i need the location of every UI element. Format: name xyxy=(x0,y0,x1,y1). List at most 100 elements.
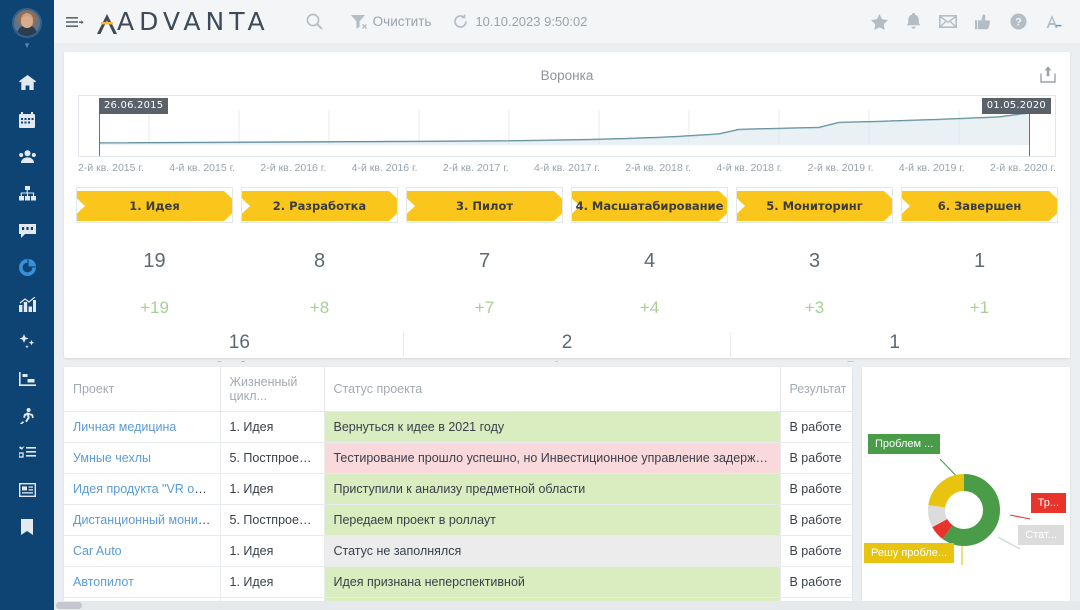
project-link[interactable]: Личная медицина xyxy=(73,420,176,434)
stage-delta: +8 xyxy=(310,298,329,318)
project-link[interactable]: Автопилот xyxy=(73,575,134,589)
stage-label: 1. Идея xyxy=(77,188,232,223)
sidebar-item-calendar[interactable] xyxy=(0,101,54,138)
sidebar-item-bookmarks[interactable] xyxy=(0,508,54,545)
header-actions: ? xyxy=(871,13,1080,30)
sidebar-item-messages[interactable] xyxy=(0,212,54,249)
sidebar-item-analytics[interactable] xyxy=(0,286,54,323)
stage-chevron-3[interactable]: 3. Пилот xyxy=(406,187,563,223)
app-root: ▾ xyxy=(0,0,1080,610)
calendar-icon xyxy=(19,112,35,128)
table-row[interactable]: Личная медицина 1. Идея Вернуться к идее… xyxy=(64,412,852,443)
column-header-result[interactable]: Результат xyxy=(780,367,852,412)
summary-tile-rejected[interactable]: 2 Отказ xyxy=(403,332,731,362)
project-link[interactable]: Идея продукта "VR обуче... xyxy=(73,482,220,496)
sidebar-item-org-structure[interactable] xyxy=(0,175,54,212)
column-header-project[interactable]: Проект xyxy=(64,367,220,412)
timeline-handle-end[interactable] xyxy=(1029,112,1030,156)
axis-tick: 4-й кв. 2015 г. xyxy=(169,162,235,174)
feedback-button[interactable] xyxy=(975,14,992,30)
avatar[interactable] xyxy=(12,8,42,38)
chevron-down-icon[interactable]: ▾ xyxy=(25,41,30,50)
sidebar-item-tasks[interactable] xyxy=(0,434,54,471)
clear-filters-label: Очистить xyxy=(373,14,432,29)
cell-project[interactable]: Car Auto xyxy=(64,536,220,567)
donut-label-gray[interactable]: Стат... xyxy=(1018,525,1064,545)
stage-label: 4. Масшатабирование xyxy=(572,188,727,223)
stage-delta: +1 xyxy=(970,298,989,318)
summary-label: Полное внедрение xyxy=(731,360,1058,362)
cell-status: Статус не заполнялся xyxy=(324,536,780,567)
cell-result: В работе xyxy=(780,443,852,474)
funnel-stage: 3. Пилот 7 +7 xyxy=(406,187,563,318)
stage-chevron-1[interactable]: 1. Идея xyxy=(76,187,233,223)
cell-project[interactable]: Личная медицина xyxy=(64,412,220,443)
page-title: Воронка xyxy=(76,62,1058,95)
sidebar-item-magic[interactable] xyxy=(0,323,54,360)
cell-result: В работе xyxy=(780,474,852,505)
axis-tick: 2-й кв. 2017 г. xyxy=(443,162,509,174)
table-row[interactable]: Умные чехлы 5. Постпроектны... Тестирова… xyxy=(64,443,852,474)
sidebar-item-cards[interactable] xyxy=(0,471,54,508)
timeline-sparkline xyxy=(79,96,1059,156)
star-icon xyxy=(871,14,888,30)
summary-tile-full-rollout[interactable]: 1 Полное внедрение xyxy=(730,332,1058,362)
page-horizontal-scrollbar[interactable] xyxy=(54,601,1080,610)
sidebar-item-gantt[interactable] xyxy=(0,360,54,397)
stage-chevron-6[interactable]: 6. Завершен xyxy=(901,187,1058,223)
donut-chart[interactable] xyxy=(862,367,1070,610)
stage-chevron-2[interactable]: 2. Разработка xyxy=(241,187,398,223)
column-header-status[interactable]: Статус проекта xyxy=(324,367,780,412)
sidebar: ▾ xyxy=(0,0,54,610)
summary-tile-in-progress[interactable]: 16 В работе xyxy=(76,332,403,362)
project-link[interactable]: Дистанционный монито... xyxy=(73,513,220,527)
font-size-button[interactable] xyxy=(1045,13,1062,30)
stage-count: 4 xyxy=(644,250,655,273)
export-button[interactable] xyxy=(1040,66,1056,88)
table-row[interactable]: Car Auto 1. Идея Статус не заполнялся В … xyxy=(64,536,852,567)
project-link[interactable]: Умные чехлы xyxy=(73,451,151,465)
sidebar-item-progress[interactable] xyxy=(0,249,54,286)
sidebar-item-home[interactable] xyxy=(0,64,54,101)
refresh-button[interactable] xyxy=(453,14,468,29)
summary-tiles: 16 В работе 2 Отказ 1 Полное внедрение xyxy=(76,332,1058,362)
table-row[interactable]: Идея продукта "VR обуче... 1. Идея Прист… xyxy=(64,474,852,505)
clear-filters-button[interactable]: Очистить xyxy=(351,14,432,29)
page-scrollbar-thumb[interactable] xyxy=(56,602,82,609)
project-link[interactable]: Car Auto xyxy=(73,544,122,558)
stage-chevron-4[interactable]: 4. Масшатабирование xyxy=(571,187,728,223)
sidebar-nav xyxy=(0,64,54,545)
search-button[interactable] xyxy=(306,13,323,30)
app-logo[interactable]: ADVANTA xyxy=(94,7,270,36)
cell-lifecycle: 1. Идея xyxy=(220,567,324,598)
timeline-start-label: 26.06.2015 xyxy=(99,98,168,114)
hamburger-icon xyxy=(66,16,84,28)
table-row[interactable]: Автопилот 1. Идея Идея признана неперспе… xyxy=(64,567,852,598)
cell-project[interactable]: Умные чехлы xyxy=(64,443,220,474)
column-header-lifecycle[interactable]: Жизненный цикл... xyxy=(220,367,324,412)
main-content: Воронка xyxy=(54,43,1080,610)
stage-chevron-5[interactable]: 5. Мониторинг xyxy=(736,187,893,223)
cell-project[interactable]: Идея продукта "VR обуче... xyxy=(64,474,220,505)
avatar-block[interactable]: ▾ xyxy=(12,8,42,50)
donut-label-yellow[interactable]: Решу пробле... xyxy=(864,543,954,563)
axis-tick: 2-й кв. 2016 г. xyxy=(260,162,326,174)
table-row[interactable]: Дистанционный монито... 5. Постпроектны.… xyxy=(64,505,852,536)
summary-value: 16 xyxy=(76,332,403,354)
donut-label-red[interactable]: Тр... xyxy=(1031,493,1066,513)
sidebar-item-activity[interactable] xyxy=(0,397,54,434)
mail-button[interactable] xyxy=(939,15,957,28)
donut-label-green[interactable]: Проблем ... xyxy=(868,434,940,454)
chat-icon xyxy=(19,224,36,238)
menu-toggle-button[interactable] xyxy=(66,16,92,28)
favorites-button[interactable] xyxy=(871,14,888,30)
cell-project[interactable]: Дистанционный монито... xyxy=(64,505,220,536)
donut-chart-card: Проблем ... Решу пробле... Стат... Тр... xyxy=(862,367,1070,610)
cell-project[interactable]: Автопилот xyxy=(64,567,220,598)
timeline-handle-start[interactable] xyxy=(99,112,100,156)
help-button[interactable]: ? xyxy=(1010,13,1027,30)
notifications-button[interactable] xyxy=(906,13,921,30)
axis-tick: 2-й кв. 2018 г. xyxy=(625,162,691,174)
timeline-range-slider[interactable]: 26.06.2015 01.05.2020 xyxy=(78,95,1056,157)
sidebar-item-people[interactable] xyxy=(0,138,54,175)
